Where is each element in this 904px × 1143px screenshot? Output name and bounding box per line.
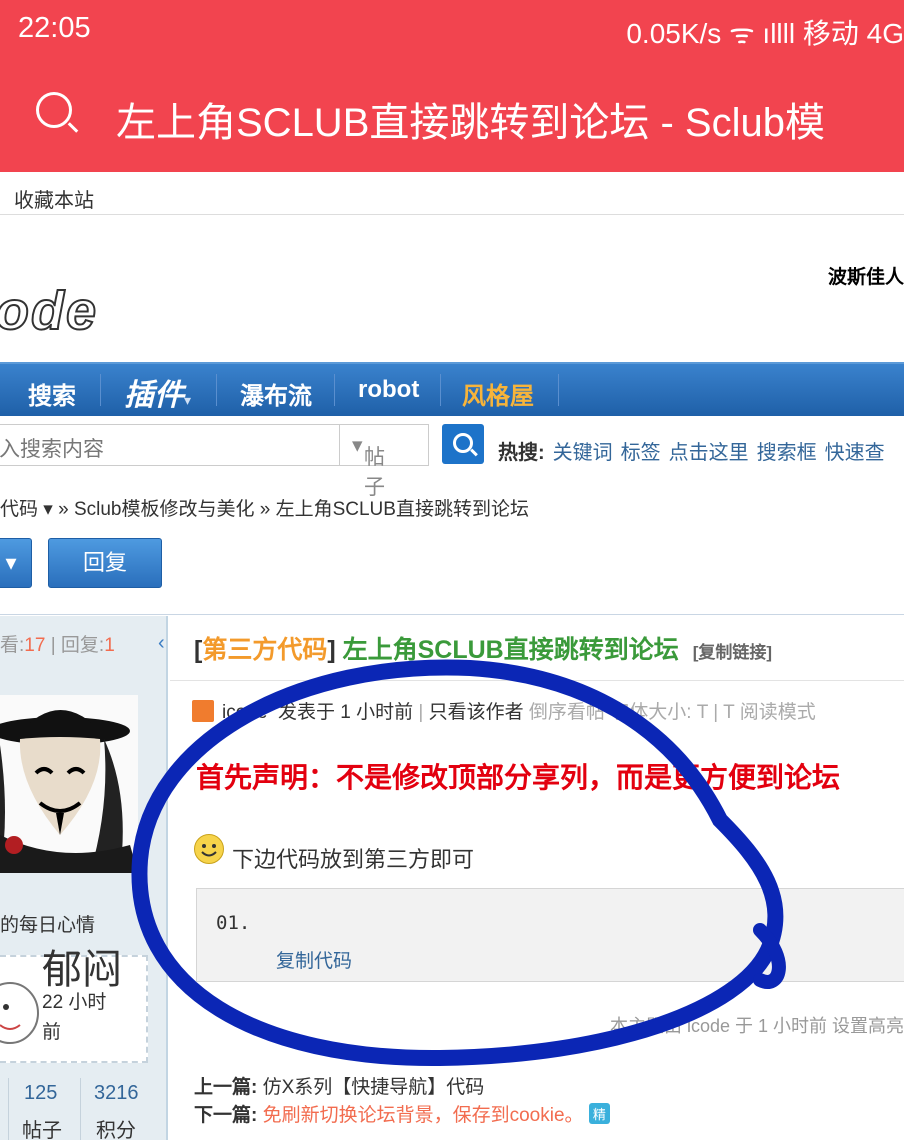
chevron-down-icon: ▾ <box>184 392 192 408</box>
mood-face-icon <box>0 982 39 1044</box>
nav-item-robot[interactable]: robot <box>358 376 419 404</box>
hot-tag-link[interactable]: 标签 <box>621 442 661 464</box>
nav-item-waterfall[interactable]: 瀑布流 <box>240 376 312 411</box>
search-type-label: 帖子 ▾ <box>352 434 385 499</box>
post-declaration: 首先声明：不是修改顶部分享列，而是更方便到论坛 <box>196 762 841 793</box>
nav-divider <box>558 374 559 406</box>
digest-badge: 精 <box>588 1103 610 1124</box>
user-icon <box>192 700 214 722</box>
divider <box>0 214 904 215</box>
ad-text[interactable]: 波斯佳人 <box>828 262 904 289</box>
site-logo[interactable]: ode <box>0 280 98 342</box>
divider <box>170 680 904 681</box>
hot-searchbox-link[interactable]: 搜索框 <box>757 442 817 464</box>
mood-text: 郁闷 <box>42 948 122 992</box>
thread-stats: 看:17 | 回复:1 <box>0 630 115 657</box>
post-title-text: 左上角SCLUB直接跳转到论坛 <box>342 636 679 664</box>
search-input[interactable]: 入搜索内容 <box>0 424 340 466</box>
copy-link-button[interactable]: [复制链接] <box>693 643 772 662</box>
points-count[interactable]: 3216 <box>94 1082 139 1105</box>
status-time: 22:05 <box>18 12 91 44</box>
status-bar: 22:05 0.05K/s ᯤ ıllll 移动 4G <box>0 0 904 60</box>
collapse-arrow-icon[interactable]: ‹ <box>158 632 165 655</box>
nav-divider <box>334 374 335 406</box>
main-nav: 搜索 插件▾ 瀑布流 robot 风格屋 <box>0 362 904 416</box>
next-thread: 下一篇: 免刷新切换论坛背景，保存到cookie。 精 <box>194 1100 610 1127</box>
hot-search-label: 热搜: <box>498 442 545 464</box>
views-count: 17 <box>24 635 46 656</box>
search-icon[interactable] <box>36 92 72 128</box>
hot-keyword-link[interactable]: 关键词 <box>553 442 613 464</box>
points-label: 积分 <box>96 1120 136 1142</box>
posts-count[interactable]: 125 <box>24 1082 57 1105</box>
status-indicators: 0.05K/s ᯤ ıllll 移动 4G <box>626 18 904 49</box>
replies-count: 1 <box>104 635 115 656</box>
stats-divider <box>8 1078 9 1140</box>
stats-divider <box>80 1078 81 1140</box>
next-label: 下一篇: <box>194 1105 258 1126</box>
copy-code-button[interactable]: 复制代码 <box>276 946 352 973</box>
search-placeholder: 入搜索内容 <box>0 438 104 461</box>
smiley-icon <box>194 834 224 864</box>
only-author-link[interactable]: 只看该作者 <box>429 702 524 723</box>
code-line: 01. <box>216 912 251 934</box>
mood-label: 的每日心情 <box>0 915 96 936</box>
browser-page-title[interactable]: 左上角SCLUB直接跳转到论坛 - Sclub模 <box>116 90 825 148</box>
nav-item-styles[interactable]: 风格屋 <box>462 376 534 411</box>
search-button[interactable] <box>442 424 484 464</box>
post-body-text: 下边代码放到第三方即可 <box>232 847 475 872</box>
replies-label: 回复: <box>60 635 105 656</box>
avatar[interactable] <box>0 695 138 873</box>
reverse-order-link[interactable]: 倒序看帖 <box>529 702 605 723</box>
hot-click-link[interactable]: 点击这里 <box>669 442 749 464</box>
browser-search-bar[interactable]: 左上角SCLUB直接跳转到论坛 - Sclub模 <box>0 60 904 172</box>
post-meta: icode 发表于 1 小时前 | 只看该作者 倒序看帖 字体大小: T | T… <box>192 697 816 724</box>
prev-thread: 上一篇: 仿X系列【快捷导航】代码 <box>194 1072 484 1099</box>
read-mode-link[interactable]: 阅读模式 <box>740 702 816 723</box>
next-link[interactable]: 免刷新切换论坛背景，保存到cookie。 <box>263 1105 584 1126</box>
search-type-select[interactable]: 帖子 ▾ <box>340 424 429 499</box>
search-icon <box>453 433 473 453</box>
nav-item-search[interactable]: 搜索 <box>28 376 76 411</box>
chevron-down-icon: ▾ <box>5 550 17 575</box>
reply-button[interactable]: 回复 <box>48 538 162 588</box>
post-category[interactable]: 第三方代码 <box>202 636 327 664</box>
sidebar-border <box>166 616 168 1140</box>
new-post-button[interactable]: ▾ <box>0 538 32 588</box>
post-author[interactable]: icode <box>222 702 267 723</box>
views-label: 看: <box>0 635 25 656</box>
posts-label: 帖子 <box>22 1120 62 1142</box>
post-time: 发表于 1 小时前 <box>277 702 414 723</box>
divider <box>0 614 904 615</box>
prev-label: 上一篇: <box>194 1077 258 1098</box>
prev-link[interactable]: 仿X系列【快捷导航】代码 <box>263 1077 485 1098</box>
nav-divider <box>100 374 101 406</box>
hot-quick-link[interactable]: 快速查 <box>825 442 885 464</box>
mood-time: 22 小时前 <box>42 992 107 1043</box>
nav-item-plugins[interactable]: 插件▾ <box>124 370 191 414</box>
post-title: [第三方代码] 左上角SCLUB直接跳转到论坛 [复制链接] <box>194 636 773 664</box>
hot-search: 热搜: 关键词 标签 点击这里 搜索框 快速查 <box>498 436 885 465</box>
breadcrumb[interactable]: 代码 ▾ » Sclub模板修改与美化 » 左上角SCLUB直接跳转到论坛 <box>0 494 529 521</box>
stats-separator: | <box>45 635 61 656</box>
nav-item-plugins-label: 插件 <box>124 379 184 412</box>
bookmark-site-link[interactable]: 收藏本站 <box>14 184 94 213</box>
nav-divider <box>216 374 217 406</box>
font-size-control[interactable]: 字体大小: T | T <box>610 702 734 723</box>
avatar-image <box>0 695 138 873</box>
highlight-note: 本主题由 icode 于 1 小时前 设置高亮 <box>609 1016 904 1036</box>
nav-divider <box>440 374 441 406</box>
